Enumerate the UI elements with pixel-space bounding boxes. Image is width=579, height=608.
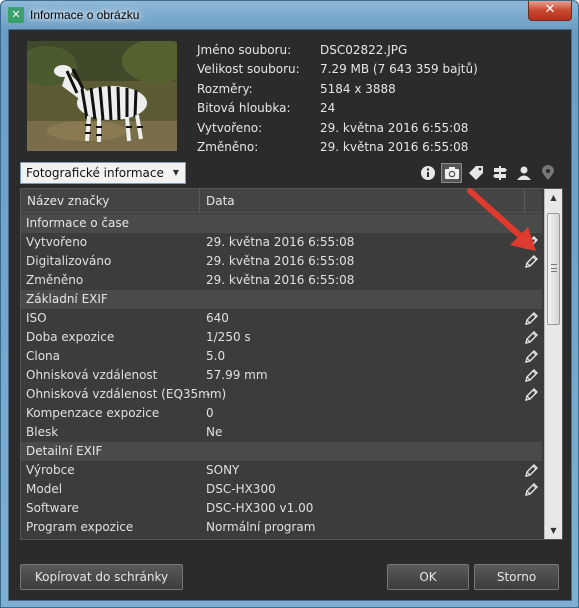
dialog-window: ✕ Informace o obrázku ✕ Jméno souboru: V…	[0, 0, 579, 608]
tag-name-cell: Blesk	[26, 425, 59, 439]
tag-name-cell: ISO	[26, 311, 47, 325]
modified-value: 29. května 2016 6:55:08	[320, 139, 469, 154]
file-info-labels: Jméno souboru: Velikost souboru: Rozměry…	[197, 41, 300, 157]
info-view-toolbar	[417, 163, 558, 183]
app-icon: ✕	[8, 7, 24, 23]
tag-name-cell: Software	[26, 501, 79, 515]
dimensions-value: 5184 x 3888	[320, 81, 396, 96]
location-pin-icon[interactable]	[537, 163, 558, 183]
tag-name-cell: Doba expozice	[26, 330, 115, 344]
table-row[interactable]: Ohnisková vzdálenost 57.99 mm	[21, 366, 542, 385]
tag-name-cell: Program expozice	[26, 520, 134, 534]
tag-name-cell: Výrobce	[26, 463, 75, 477]
tag-value-cell: 57.99 mm	[206, 368, 268, 382]
edit-pencil-icon[interactable]	[523, 482, 539, 498]
tag-name-cell: Clona	[26, 349, 61, 363]
grip-icon	[551, 264, 557, 272]
table-row[interactable]: Clona 5.0	[21, 347, 542, 366]
edit-pencil-icon[interactable]	[523, 349, 539, 365]
info-category-select[interactable]: Fotografické informace ▼	[20, 162, 186, 184]
tag-name-cell: Ohnisková vzdálenost (EQ35mm)	[26, 387, 227, 401]
scrollbar-thumb[interactable]	[547, 213, 560, 325]
tag-value-cell: 5.0	[206, 349, 226, 363]
file-name-label: Jméno souboru:	[197, 43, 292, 57]
tag-name-cell: Digitalizováno	[26, 254, 112, 268]
table-row[interactable]: ISO 640	[21, 309, 542, 328]
table-row[interactable]: Digitalizováno 29. května 2016 6:55:08	[21, 252, 542, 271]
tag-value-cell: Normální program	[206, 520, 316, 534]
edit-pencil-icon[interactable]	[523, 254, 539, 270]
edit-pencil-icon[interactable]	[523, 330, 539, 346]
created-label: Vytvořeno:	[197, 120, 263, 135]
table-row[interactable]: Doba expozice 1/250 s	[21, 328, 542, 347]
edit-pencil-icon[interactable]	[523, 235, 539, 251]
tag-value-cell: SONY	[206, 463, 240, 477]
dimensions-label: Rozměry:	[197, 81, 253, 96]
table-group-header: Základní EXIF	[21, 290, 542, 309]
file-info-values: DSC02822.JPG 7.29 MB (7 643 359 bajtů) 5…	[320, 41, 478, 157]
tag-name-cell: Ohnisková vzdálenost	[26, 368, 158, 382]
modified-label: Změněno:	[197, 139, 259, 154]
info-icon[interactable]	[417, 163, 438, 183]
table-row[interactable]: Software DSC-HX300 v1.00	[21, 499, 542, 518]
tag-value-cell: 29. května 2016 6:55:08	[206, 254, 355, 268]
copy-to-clipboard-button[interactable]: Kopírovat do schránky	[20, 564, 183, 590]
table-row[interactable]: Blesk Ne	[21, 423, 542, 442]
info-category-selected: Fotografické informace	[26, 166, 164, 180]
table-row[interactable]: Ohnisková vzdálenost (EQ35mm) -	[21, 385, 542, 404]
edit-pencil-icon[interactable]	[523, 387, 539, 403]
table-group-header: Informace o čase	[21, 214, 542, 233]
file-name-value: DSC02822.JPG	[320, 43, 408, 57]
tag-value-cell: Ne	[206, 425, 223, 439]
edit-pencil-icon[interactable]	[523, 368, 539, 384]
close-button[interactable]: ✕	[528, 1, 572, 21]
scroll-down-icon[interactable]: ▼	[545, 522, 562, 539]
tag-value-cell: 0	[206, 406, 214, 420]
title-bar[interactable]: ✕ Informace o obrázku ✕	[1, 1, 578, 29]
tag-icon[interactable]	[465, 163, 486, 183]
file-size-label: Velikost souboru:	[197, 62, 300, 77]
tag-value-cell: DSC-HX300	[206, 482, 276, 496]
tag-value-cell: 1/250 s	[206, 330, 251, 344]
metadata-table: Název značky Data Informace o čase Vytvoř…	[20, 188, 563, 540]
bit-depth-label: Bitová hloubka:	[197, 101, 291, 116]
created-value: 29. května 2016 6:55:08	[320, 120, 469, 135]
scroll-up-icon[interactable]: ▲	[545, 189, 562, 206]
tag-name-cell: Kompenzace expozice	[26, 406, 160, 420]
column-header-data[interactable]: Data	[200, 189, 525, 213]
cancel-button[interactable]: Storno	[474, 564, 559, 590]
chevron-down-icon: ▼	[172, 168, 179, 177]
dialog-content: Jméno souboru: Velikost souboru: Rozměry…	[8, 29, 572, 601]
table-row[interactable]: Program expozice Normální program	[21, 518, 542, 537]
file-size-value: 7.29 MB (7 643 359 bajtů)	[320, 62, 478, 77]
signpost-icon[interactable]	[489, 163, 510, 183]
table-row[interactable]: Výrobce SONY	[21, 461, 542, 480]
edit-pencil-icon[interactable]	[523, 463, 539, 479]
edit-pencil-icon[interactable]	[523, 311, 539, 327]
tag-value-cell: DSC-HX300 v1.00	[206, 501, 314, 515]
tag-value-cell: 29. května 2016 6:55:08	[206, 235, 355, 249]
table-group-header: Detailní EXIF	[21, 442, 542, 461]
table-row[interactable]: Kompenzace expozice 0	[21, 404, 542, 423]
tag-name-cell: Model	[26, 482, 63, 496]
tag-value-cell: 640	[206, 311, 229, 325]
window-title: Informace o obrázku	[30, 8, 140, 22]
column-header-tag-name[interactable]: Název značky	[21, 189, 200, 213]
table-body: Informace o čase Vytvořeno 29. května 2016…	[21, 214, 542, 537]
tag-name-cell: Změněno	[26, 273, 84, 287]
image-thumbnail	[27, 41, 177, 151]
ok-button[interactable]: OK	[387, 564, 469, 590]
table-header: Název značky Data	[21, 189, 542, 213]
table-row[interactable]: Vytvořeno 29. května 2016 6:55:08	[21, 233, 542, 252]
bit-depth-value: 24	[320, 101, 336, 116]
person-icon[interactable]	[513, 163, 534, 183]
table-row[interactable]: Model DSC-HX300	[21, 480, 542, 499]
tag-value-cell: 29. května 2016 6:55:08	[206, 273, 355, 287]
table-row[interactable]: Změněno 29. května 2016 6:55:08	[21, 271, 542, 290]
vertical-scrollbar[interactable]: ▲ ▼	[544, 189, 562, 539]
tag-value-cell: -	[206, 387, 211, 401]
camera-icon[interactable]	[441, 163, 462, 183]
tag-name-cell: Vytvořeno	[26, 235, 88, 249]
